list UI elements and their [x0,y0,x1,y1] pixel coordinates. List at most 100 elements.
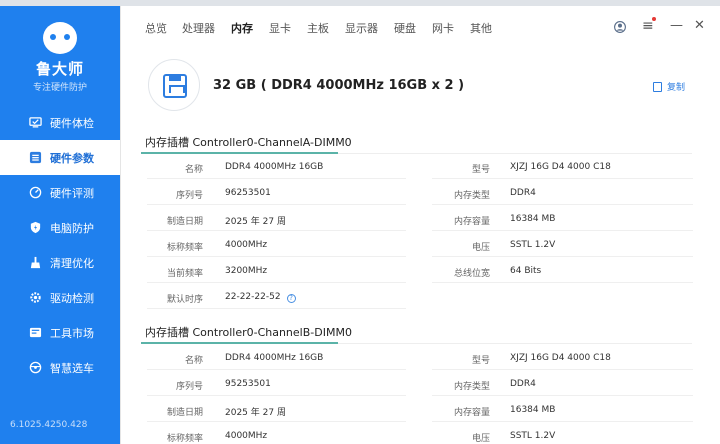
spec-value: 4000MHz [225,431,268,441]
spec-row: 序列号 96253501 [147,180,406,205]
top-tabs: 总览 处理器 内存 显卡 主板 显示器 硬盘 网卡 其他 ≡ — ✕ [121,6,720,46]
version-label: 6.1025.4250.428 [10,420,88,430]
sidebar-item-label: 硬件体检 [50,116,94,130]
spec-row: 型号 XJZJ 16G D4 4000 C18 [432,154,693,179]
spec-row: 内存类型 DDR4 [432,371,693,396]
spec-key: 名称 [184,165,203,175]
spec-key: 内存容量 [453,217,490,227]
spec-value: 16384 MB [510,405,556,415]
spec-key: 型号 [471,356,490,366]
sidebar-item-smart-car[interactable]: 智慧选车 [0,350,120,385]
spec-row: 内存类型 DDR4 [432,180,693,205]
spec-value: XJZJ 16G D4 4000 C18 [510,353,611,363]
spec-value: DDR4 4000MHz 16GB [225,162,324,172]
main-panel: 总览 处理器 内存 显卡 主板 显示器 硬盘 网卡 其他 ≡ — ✕ 32 GB… [120,6,720,444]
timing-value: 22-22-22-52 [225,292,281,302]
spec-value: SSTL 1.2V [510,431,556,441]
spec-key: 内存类型 [453,191,490,201]
spec-key: 标称频率 [166,434,203,444]
spec-row: 名称 DDR4 4000MHz 16GB [147,154,406,179]
sidebar-item-cleanup[interactable]: 清理优化 [0,245,120,280]
spec-value: 96253501 [225,188,271,198]
tab-monitor[interactable]: 显示器 [345,20,378,36]
spec-row: 内存容量 16384 MB [432,206,693,231]
notification-dot [652,17,656,21]
tab-gpu[interactable]: 显卡 [269,20,291,36]
spec-row: 电压 SSTL 1.2V [432,232,693,257]
tab-cpu[interactable]: 处理器 [182,20,215,36]
section-title: 内存插槽 Controller0-ChannelB-DIMM0 [145,326,352,339]
spec-row: 总线位宽 64 Bits [432,258,693,283]
copy-icon [653,81,662,92]
sidebar-item-label: 硬件评测 [50,186,94,200]
spec-value: DDR4 4000MHz 16GB [225,353,324,363]
close-icon[interactable]: ✕ [694,18,705,33]
tab-overview[interactable]: 总览 [145,20,167,36]
memory-hero-icon [148,59,200,111]
spec-key: 序列号 [175,191,203,201]
tab-motherboard[interactable]: 主板 [307,20,329,36]
spec-row: 型号 XJZJ 16G D4 4000 C18 [432,345,693,370]
logo: 鲁大师 专注硬件防护 [0,14,120,96]
spec-value: 64 Bits [510,266,542,276]
copy-button[interactable]: 复制 [653,80,685,93]
copy-label: 复制 [667,83,686,93]
sidebar-item-driver[interactable]: 驱动检测 [0,280,120,315]
list-icon [29,151,42,164]
spec-value: DDR4 [510,379,536,389]
spec-key: 当前频率 [166,269,203,279]
spec-row: 序列号 95253501 [147,371,406,396]
tab-network[interactable]: 网卡 [432,20,454,36]
sidebar-item-hardware-params[interactable]: 硬件参数 [0,140,120,175]
minimize-icon[interactable]: — [670,18,683,33]
spec-row: 当前频率 3200MHz [147,258,406,283]
sidebar-nav: 硬件体检 硬件参数 硬件评测 电脑防护 清理优化 驱动检测 工具市场 智慧选车 [0,105,120,385]
spec-key: 序列号 [175,382,203,392]
sidebar-item-label: 硬件参数 [50,151,94,165]
gear-icon [30,292,41,303]
broom-icon [30,256,41,269]
spec-key: 标称频率 [166,243,203,253]
spec-key: 电压 [471,434,490,444]
spec-row: 内存容量 16384 MB [432,397,693,422]
spec-key: 名称 [184,356,203,366]
sidebar-item-hardware-check[interactable]: 硬件体检 [0,105,120,140]
monitor-check-icon [29,117,42,128]
shield-icon [30,221,41,234]
spec-value: 16384 MB [510,214,556,224]
sidebar-item-protection[interactable]: 电脑防护 [0,210,120,245]
spec-key: 默认时序 [166,295,203,305]
spec-value: 2025 年 27 周 [225,408,286,418]
sidebar-item-label: 电脑防护 [50,221,94,235]
sidebar-item-label: 智慧选车 [50,361,94,375]
app-window: 鲁大师 专注硬件防护 硬件体检 硬件参数 硬件评测 电脑防护 清理优化 驱动检测… [0,0,720,444]
sidebar-item-benchmark[interactable]: 硬件评测 [0,175,120,210]
tab-other[interactable]: 其他 [470,20,492,36]
help-icon[interactable]: ? [286,294,296,303]
spec-row: 标称频率 4000MHz [147,232,406,257]
tab-memory[interactable]: 内存 [231,20,253,36]
gauge-icon [29,186,42,199]
section-title: 内存插槽 Controller0-ChannelA-DIMM0 [145,136,352,149]
sidebar-item-tools[interactable]: 工具市场 [0,315,120,350]
logo-subtitle: 专注硬件防护 [32,83,87,93]
spec-value: 22-22-22-52? [225,292,296,303]
grid-icon [29,327,42,338]
spec-row: 默认时序 22-22-22-52? [147,284,406,309]
spec-value: 3200MHz [225,266,268,276]
memory-summary: 32 GB ( DDR4 4000MHz 16GB x 2 ) [213,78,465,93]
spec-key: 电压 [471,243,490,253]
section-underline [141,342,338,344]
spec-value: 2025 年 27 周 [225,217,286,227]
spec-value: 4000MHz [225,240,268,250]
spec-row: 制造日期 2025 年 27 周 [147,397,406,422]
user-icon[interactable] [614,21,626,33]
tab-disk[interactable]: 硬盘 [394,20,416,36]
sidebar-item-label: 驱动检测 [50,291,94,305]
spec-row: 名称 DDR4 4000MHz 16GB [147,345,406,370]
spec-row: 标称频率 4000MHz [147,423,406,444]
spec-key: 型号 [471,165,490,175]
section-divider [338,343,692,344]
spec-value: XJZJ 16G D4 4000 C18 [510,162,611,172]
spec-key: 制造日期 [166,408,203,418]
